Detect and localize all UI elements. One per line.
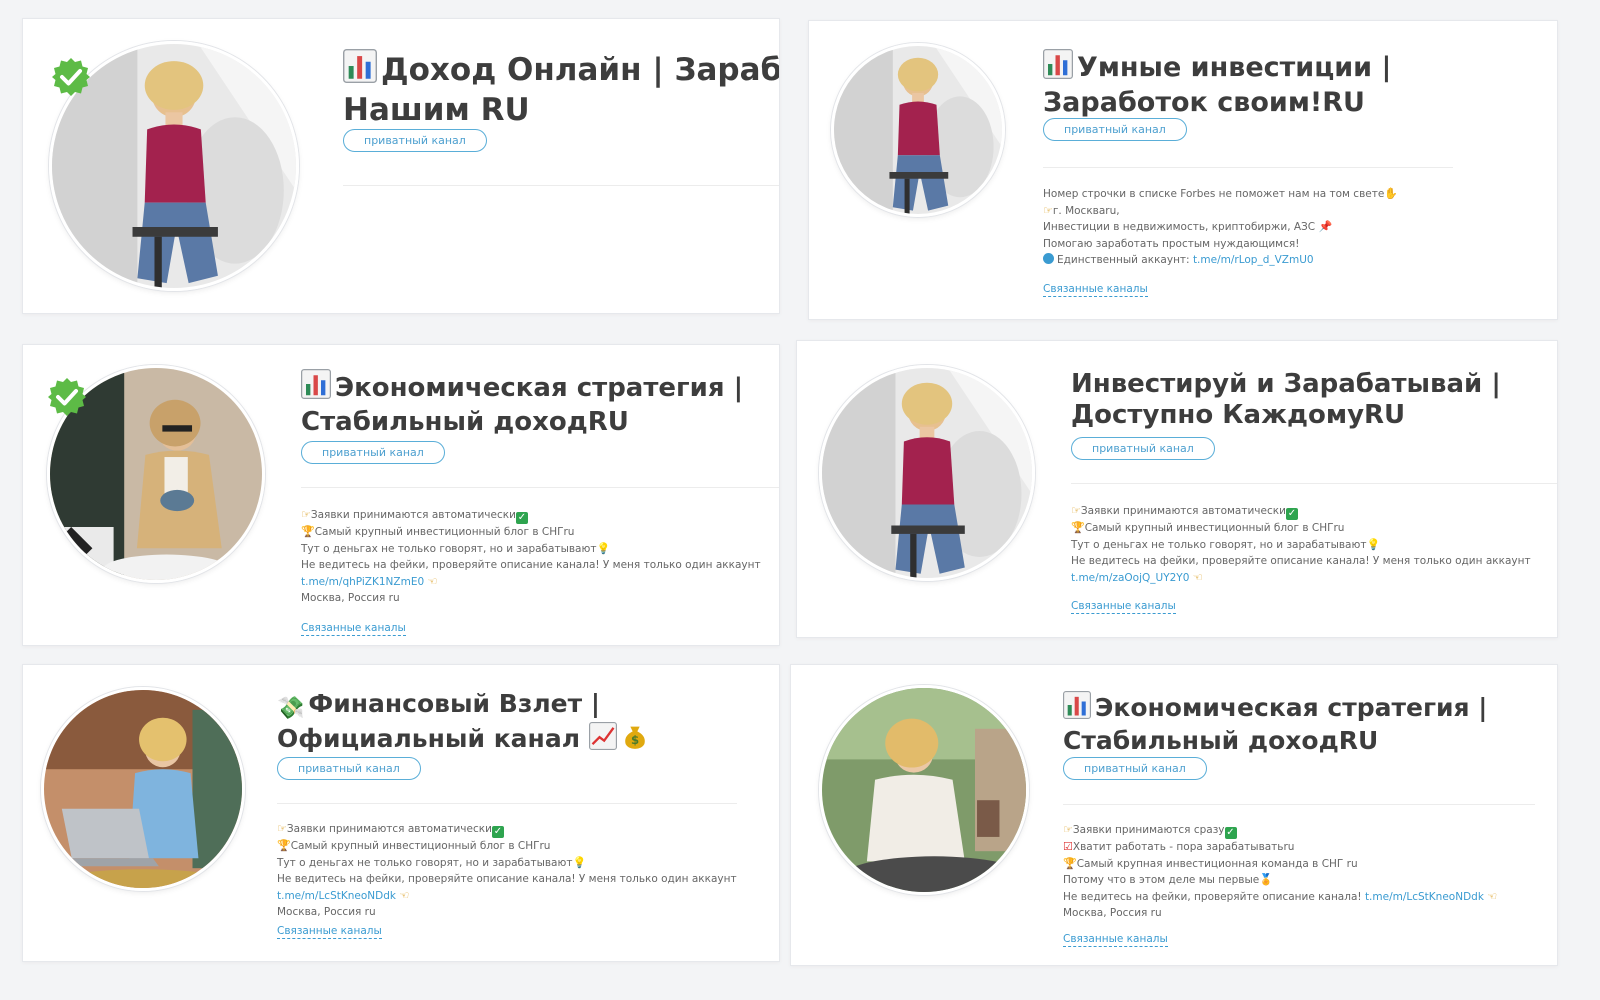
channel-avatar[interactable] bbox=[819, 685, 1029, 895]
trophy-icon: 🏆 bbox=[301, 525, 315, 538]
pointing-hand-icon: ☞ bbox=[301, 508, 311, 521]
hand-icon: ✋ bbox=[1384, 187, 1398, 200]
chart-icon bbox=[343, 49, 377, 92]
pointing-hand-icon: ☜ bbox=[1192, 570, 1203, 584]
chart-icon bbox=[1043, 49, 1073, 87]
pointing-hand-icon: ☜ bbox=[1487, 889, 1498, 903]
money-bag-icon: $ bbox=[621, 722, 649, 757]
divider bbox=[343, 185, 779, 186]
related-channels-link[interactable]: Связанные каналы bbox=[1071, 600, 1176, 614]
channel-link[interactable]: t.me/m/rLop_d_VZmU0 bbox=[1193, 254, 1314, 266]
avatar-image bbox=[834, 46, 1002, 214]
channel-card[interactable]: Инвестируй и Зарабатывай | Доступно Кажд… bbox=[796, 340, 1558, 638]
related-channels-link[interactable]: Связанные каналы bbox=[277, 925, 382, 939]
avatar-image bbox=[44, 690, 242, 888]
pointing-hand-icon: ☜ bbox=[399, 888, 410, 902]
channel-title[interactable]: Доход Онлайн | Заработо Нашим RU bbox=[343, 49, 779, 128]
channel-title[interactable]: 💸 Финансовый Взлет | Официальный канал $ bbox=[277, 689, 653, 756]
channel-card[interactable]: Экономическая стратегия | Стабильный дох… bbox=[790, 664, 1558, 966]
channel-title[interactable]: Умные инвестиции | Заработок своим!RU bbox=[1043, 49, 1391, 119]
divider bbox=[1043, 167, 1453, 168]
chart-icon bbox=[1063, 691, 1091, 726]
channel-link[interactable]: t.me/m/zaOojQ_UY2Y0 bbox=[1071, 572, 1189, 584]
divider bbox=[1063, 804, 1535, 805]
channel-title[interactable]: Экономическая стратегия | Стабильный дох… bbox=[301, 369, 743, 437]
verified-icon bbox=[51, 57, 91, 97]
bulb-icon: 💡 bbox=[572, 855, 587, 869]
chart-icon bbox=[301, 369, 331, 407]
channel-card[interactable]: Доход Онлайн | Заработо Нашим RU приватн… bbox=[22, 18, 780, 314]
channel-description: Номер строчки в списке Forbes не поможет… bbox=[1043, 187, 1398, 266]
related-channels-link[interactable]: Связанные каналы bbox=[301, 622, 406, 636]
divider bbox=[301, 487, 779, 488]
related-channels-link[interactable]: Связанные каналы bbox=[1063, 933, 1168, 947]
channel-title[interactable]: Экономическая стратегия | Стабильный дох… bbox=[1063, 691, 1487, 755]
private-channel-badge: приватный канал bbox=[301, 441, 445, 464]
svg-text:$: $ bbox=[631, 733, 639, 747]
channel-card[interactable]: 💸 Финансовый Взлет | Официальный канал $ … bbox=[22, 664, 780, 962]
private-channel-badge: приватный канал bbox=[1043, 118, 1187, 141]
avatar-image bbox=[822, 368, 1032, 578]
trophy-icon: 🏆 bbox=[1071, 521, 1085, 534]
channel-title[interactable]: Инвестируй и Зарабатывай | Доступно Кажд… bbox=[1071, 369, 1501, 430]
channel-description: ☞Заявки принимаются автоматически ✓ 🏆Самы… bbox=[277, 822, 737, 918]
pointing-hand-icon: ☞ bbox=[1063, 823, 1073, 836]
channel-avatar[interactable] bbox=[41, 687, 245, 891]
pointing-hand-icon: ☞ bbox=[1071, 504, 1081, 517]
globe-icon bbox=[1043, 253, 1054, 264]
check-icon: ✓ bbox=[515, 512, 528, 524]
check-icon: ✓ bbox=[1224, 827, 1237, 839]
divider bbox=[1071, 483, 1557, 484]
channel-link[interactable]: t.me/m/LcStKneoNDdk bbox=[1365, 891, 1484, 903]
channel-avatar[interactable] bbox=[831, 43, 1005, 217]
private-channel-badge: приватный канал bbox=[1063, 757, 1207, 780]
channel-card[interactable]: Экономическая стратегия | Стабильный дох… bbox=[22, 344, 780, 646]
verified-icon bbox=[47, 377, 87, 417]
pushpin-icon: 📌 bbox=[1318, 220, 1333, 233]
bulb-icon: 💡 bbox=[1366, 537, 1381, 551]
pointing-hand-icon: ☞ bbox=[277, 822, 287, 835]
private-channel-badge: приватный канал bbox=[1071, 437, 1215, 460]
pointing-hand-icon: ☞ bbox=[1043, 203, 1053, 217]
pointing-hand-icon: ☜ bbox=[427, 574, 438, 588]
channel-link[interactable]: t.me/m/LcStKneoNDdk bbox=[277, 890, 396, 902]
related-channels-link[interactable]: Связанные каналы bbox=[1043, 283, 1148, 297]
channel-avatar[interactable] bbox=[819, 365, 1035, 581]
private-channel-badge: приватный канал bbox=[343, 129, 487, 152]
money-icon: 💸 bbox=[277, 696, 305, 721]
bulb-icon: 💡 bbox=[596, 541, 611, 555]
channel-card[interactable]: Умные инвестиции | Заработок своим!RU пр… bbox=[808, 20, 1558, 320]
private-channel-badge: приватный канал bbox=[277, 757, 421, 780]
check-icon: ✓ bbox=[491, 826, 504, 838]
trophy-icon: 🏆 bbox=[1063, 856, 1077, 870]
medal-icon: 🏅 bbox=[1259, 873, 1273, 886]
check-icon: ✓ bbox=[1285, 508, 1298, 520]
channel-description: ☞Заявки принимаются автоматически ✓ 🏆Самы… bbox=[301, 508, 761, 604]
channel-description: ☞Заявки принимаются автоматически ✓ 🏆Самы… bbox=[1071, 504, 1531, 584]
chart-down-icon: ☑ bbox=[1063, 840, 1073, 853]
channel-link[interactable]: t.me/m/qhPiZK1NZmE0 bbox=[301, 576, 424, 588]
avatar-image bbox=[822, 688, 1026, 892]
chart-up-icon bbox=[588, 721, 617, 757]
divider bbox=[277, 803, 737, 804]
channel-description: ☞Заявки принимаются сразу ✓ ☑Хватит работ… bbox=[1063, 823, 1498, 919]
trophy-icon: 🏆 bbox=[277, 839, 291, 852]
